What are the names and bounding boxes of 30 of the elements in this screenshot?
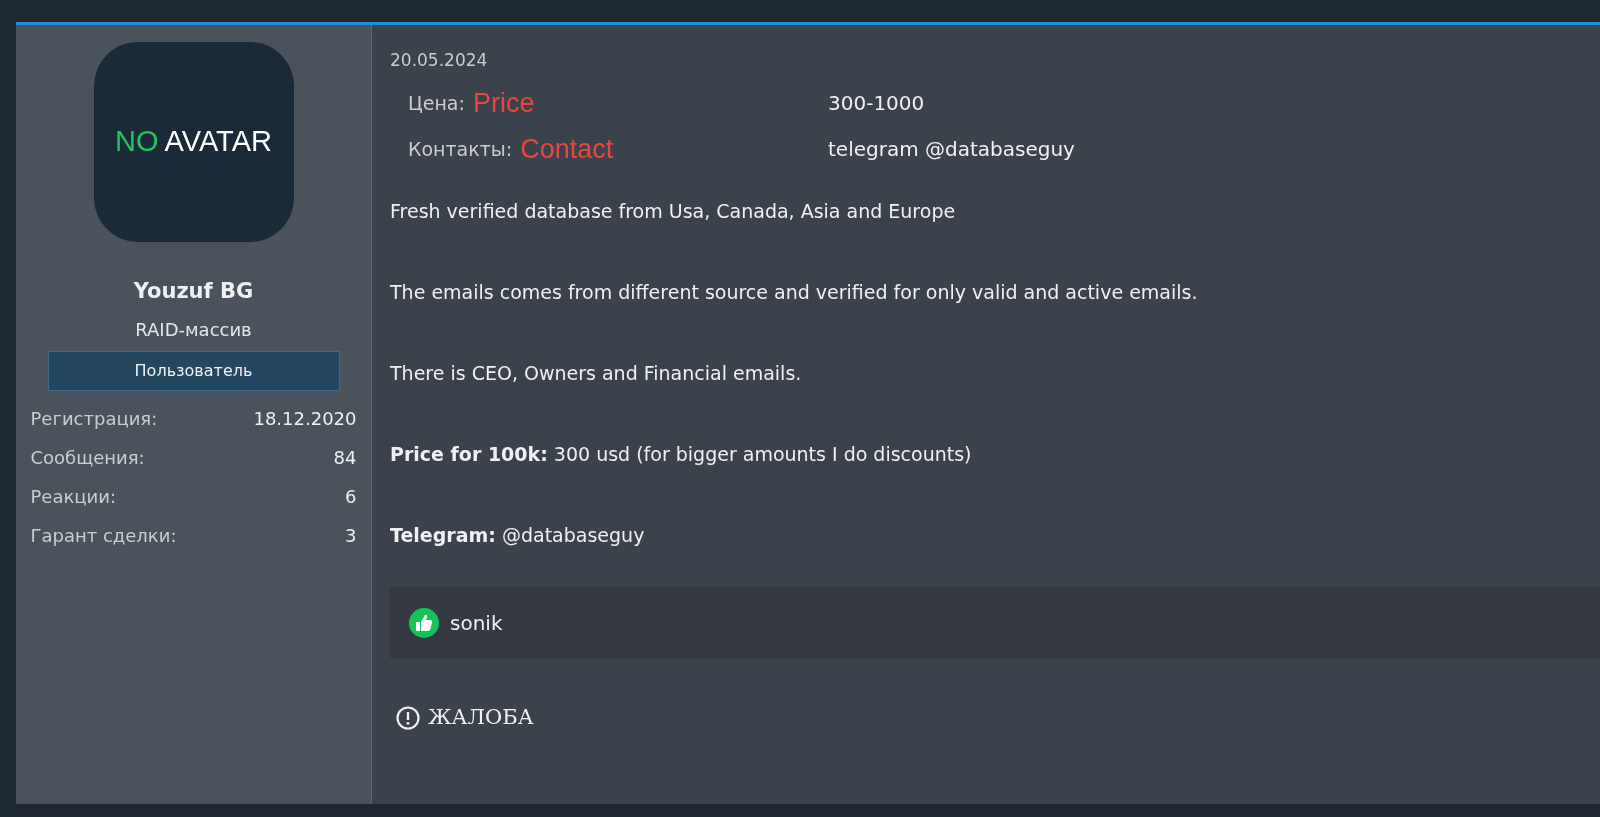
post-paragraph: The emails comes from different source and verified for only valid and active emails. [390,280,1199,304]
stat-label: Гарант сделки: [30,523,177,547]
avatar-text: NO [115,124,159,160]
stat-value: 18.12.2020 [253,406,357,430]
avatar-text: AVATAR [164,124,272,160]
stat-label: Регистрация: [30,406,158,430]
field-value: 300-1000 [828,90,925,117]
stat-value: 3 [345,523,357,547]
field-hint: Price [472,86,535,120]
field-label: Контакты: [408,136,513,162]
role-badge: Пользователь [47,350,340,391]
user-name: Youzuf BG [133,278,254,305]
stat-value: 84 [333,445,357,469]
post-paragraph: Fresh verified database from Usa, Canada, Asia and Europe [390,199,957,223]
user-title: RAID-массив [135,317,252,342]
post-date: 20.05.2024 [390,49,489,71]
report-link[interactable]: ЖАЛОБА [428,702,534,734]
post-paragraph: There is CEO, Owners and Financial emails. [390,361,803,385]
reactions-bar[interactable]: sonik [390,587,1600,658]
warning-icon [396,705,420,730]
thumbs-up-icon [408,606,440,639]
reaction-user[interactable]: sonik [450,607,503,638]
post-paragraph: Price for 100k: 300 usd (for bigger amounts I do discounts) [390,442,973,466]
stat-label: Сообщения: [30,445,145,469]
stat-value: 6 [345,484,357,508]
stat-label: Реакции: [30,484,117,508]
field-hint: Contact [520,132,614,166]
field-label: Цена: [408,90,465,116]
field-value: telegram @databaseguy [828,136,1075,163]
post-paragraph: Telegram: @databaseguy [390,523,646,547]
